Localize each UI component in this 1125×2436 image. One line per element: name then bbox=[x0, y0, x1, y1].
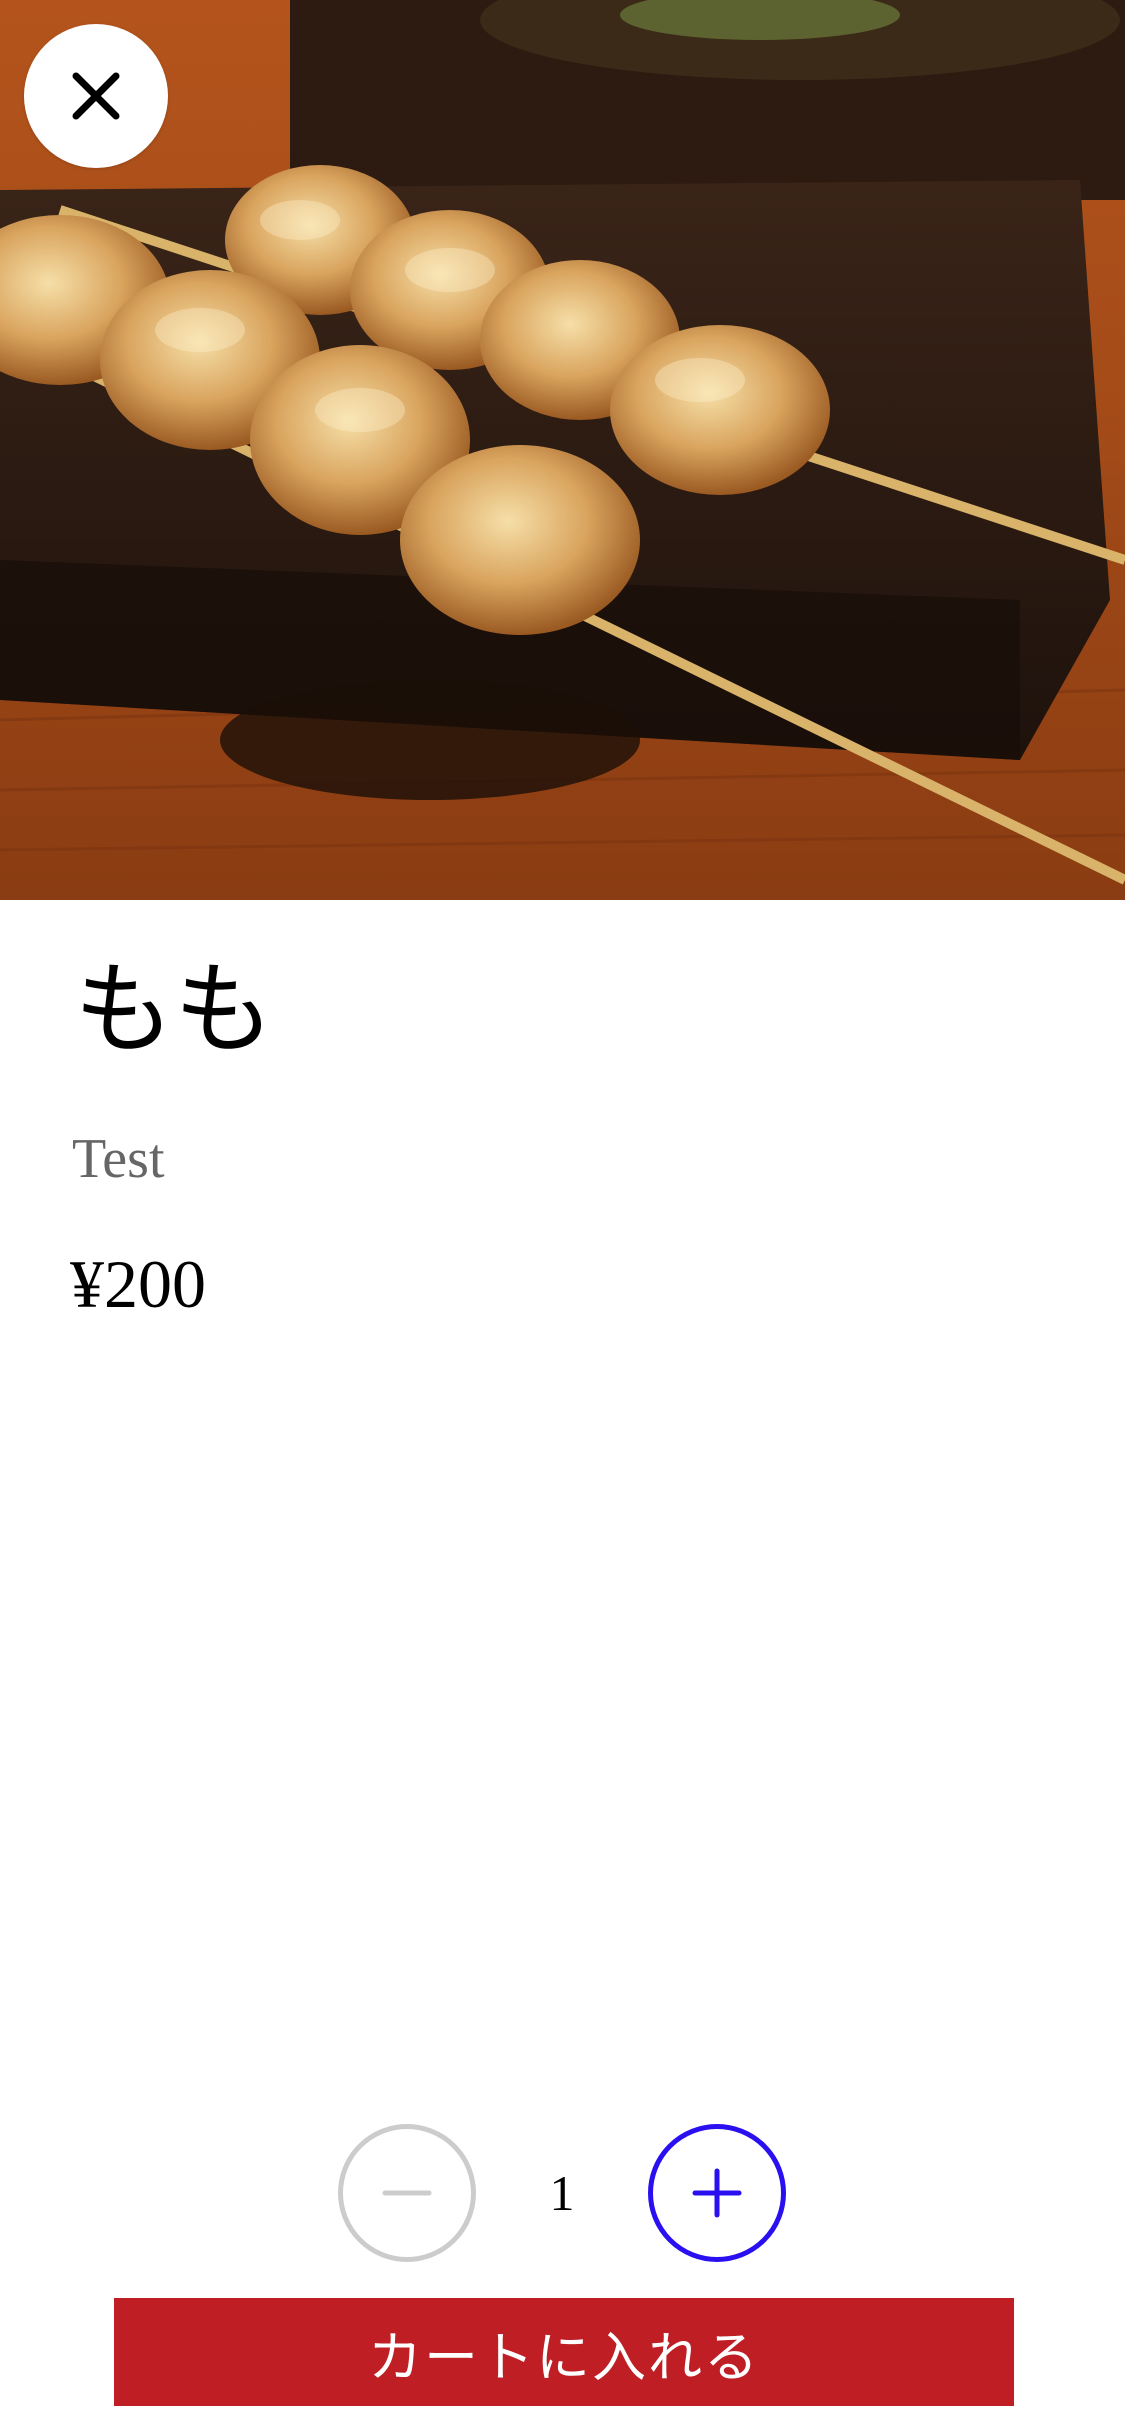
close-button[interactable] bbox=[24, 24, 168, 168]
add-to-cart-button[interactable]: カートに入れる bbox=[114, 2298, 1014, 2406]
product-name: もも bbox=[74, 951, 274, 1068]
increment-button[interactable] bbox=[648, 2124, 786, 2262]
quantity-stepper: 1 bbox=[0, 2124, 1125, 2268]
grilled-chicken-skewers-photo bbox=[0, 0, 1125, 900]
product-detail-page: もも Test ¥200 1 カートに入れる bbox=[0, 0, 1125, 2436]
quantity-value: 1 bbox=[549, 2165, 575, 2221]
close-icon bbox=[72, 72, 120, 120]
product-image bbox=[0, 0, 1125, 900]
minus-icon bbox=[382, 2190, 432, 2196]
product-description: Test bbox=[72, 1128, 165, 1190]
plus-icon bbox=[692, 2168, 742, 2218]
product-price: ¥200 bbox=[70, 1246, 206, 1322]
decrement-button[interactable] bbox=[338, 2124, 476, 2262]
